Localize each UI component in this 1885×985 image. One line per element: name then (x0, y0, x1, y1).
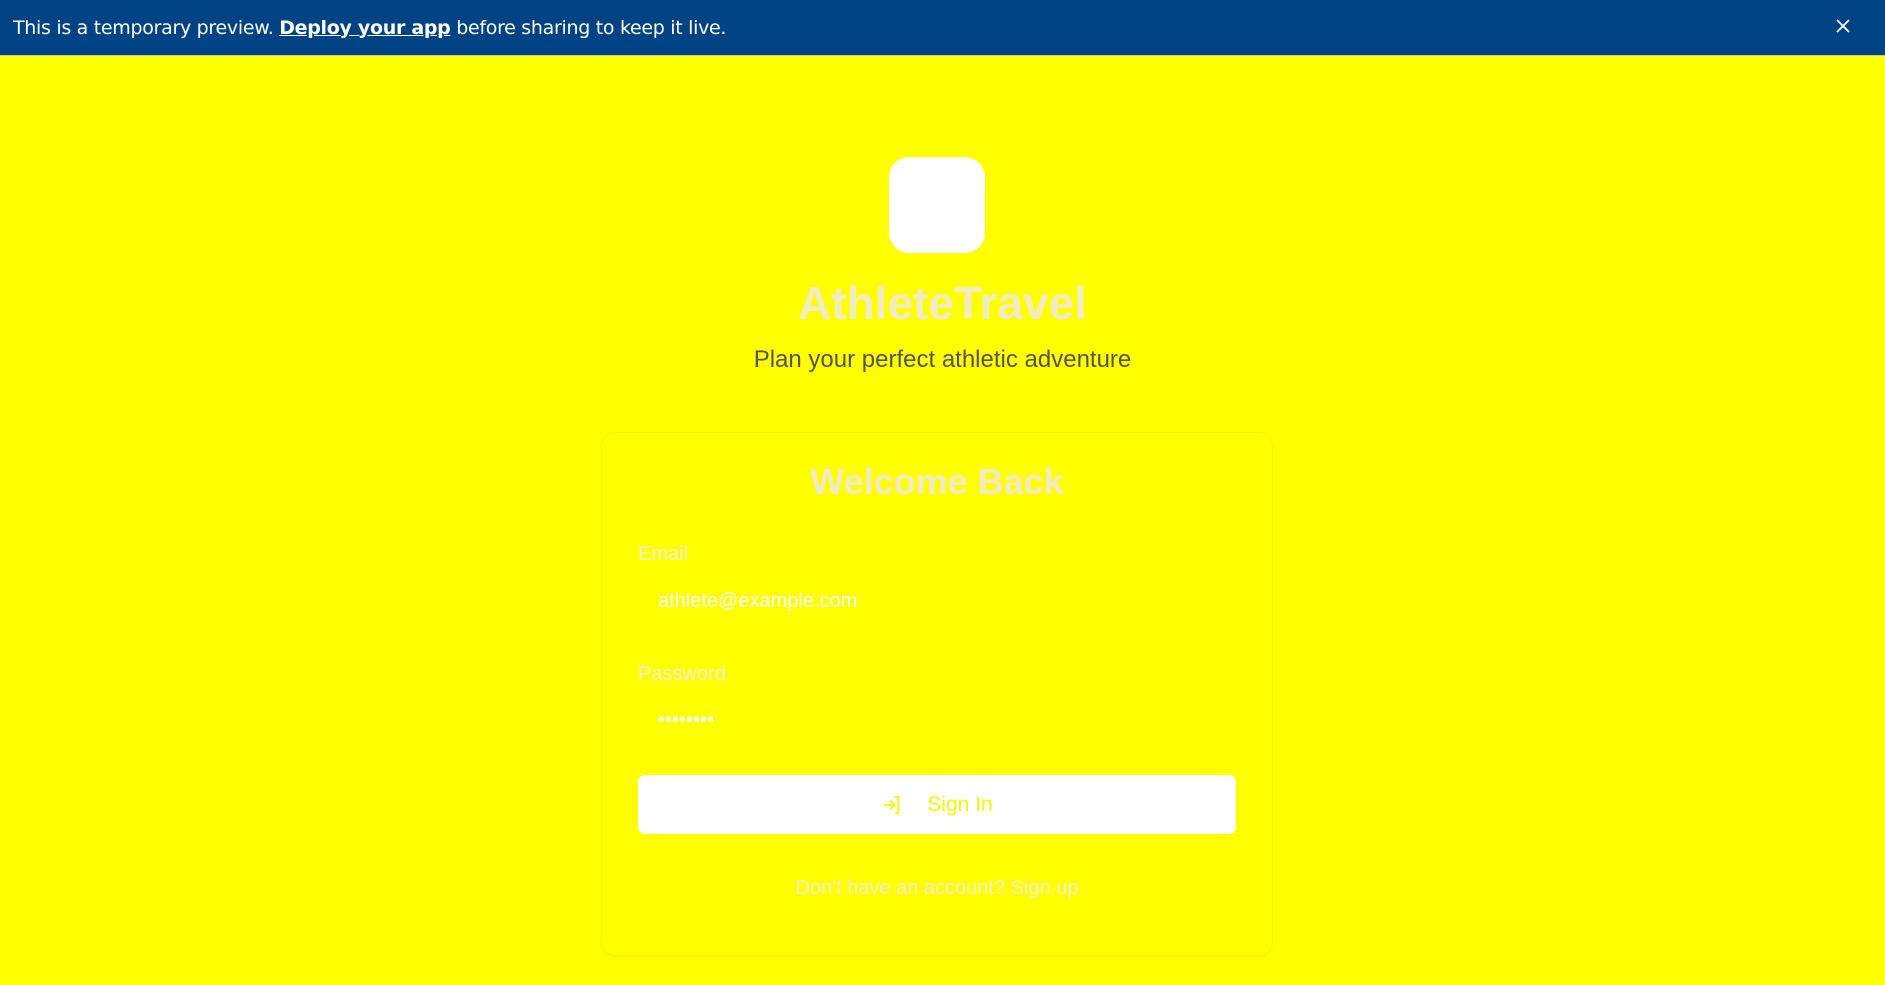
password-input[interactable] (638, 696, 1236, 744)
banner-text: This is a temporary preview. Deploy your… (13, 16, 727, 39)
app-title: AthleteTravel (798, 277, 1087, 329)
app-subtitle: Plan your perfect athletic adventure (753, 346, 1132, 373)
email-label: Email (638, 543, 689, 565)
app-logo (889, 157, 985, 253)
email-input[interactable] (638, 577, 1236, 625)
login-heading: Welcome Back (810, 461, 1064, 502)
login-card: Welcome Back Email Password Sign In Don'… (601, 432, 1273, 956)
deploy-link[interactable]: Deploy your app (279, 17, 451, 39)
log-in-icon (884, 795, 900, 814)
sign-in-button[interactable]: Sign In (638, 775, 1236, 834)
sign-in-label: Sign In (927, 792, 993, 816)
preview-banner: This is a temporary preview. Deploy your… (0, 0, 1885, 56)
password-label: Password (638, 663, 726, 685)
close-icon[interactable] (1831, 14, 1855, 38)
signup-link[interactable]: Don't have an account? Sign up (602, 877, 1272, 900)
